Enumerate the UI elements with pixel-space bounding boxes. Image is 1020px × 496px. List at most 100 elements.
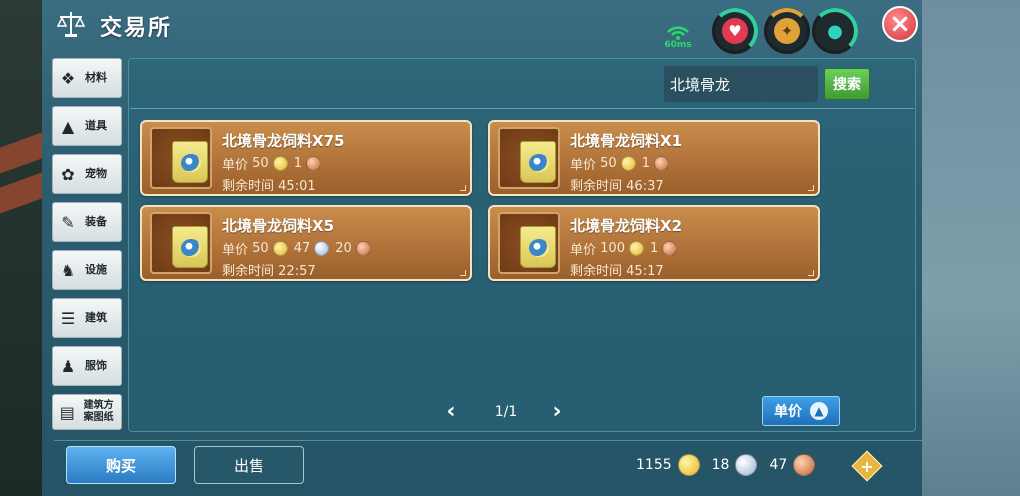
item-thumbnail	[150, 127, 212, 189]
feed-bag-icon	[520, 141, 556, 183]
item-thumbnail	[150, 212, 212, 274]
feed-bag-icon	[520, 226, 556, 268]
sort-label: 单价	[774, 404, 802, 420]
copper-amount: 1	[649, 241, 659, 256]
divider	[54, 440, 922, 441]
copper-coin-icon	[355, 241, 371, 256]
price-label: 单价	[570, 158, 597, 173]
copper-amount: 20	[335, 241, 352, 256]
time-remaining: 45:17	[626, 264, 664, 279]
page-indicator: 1/1	[494, 404, 518, 420]
time-remaining: 45:01	[278, 179, 316, 194]
plus-icon: +	[860, 456, 874, 476]
sidebar-item-buildings[interactable]: ☰ 建筑	[52, 298, 122, 338]
background-edge-left	[0, 0, 42, 496]
arrow-up-icon: ▲	[810, 402, 828, 420]
item-name: 北境骨龙饲料X75	[222, 132, 345, 150]
time-label: 剩余时间	[222, 179, 275, 194]
gold-coin-icon	[620, 156, 636, 171]
search-button[interactable]: 搜索	[824, 68, 870, 100]
scale-icon	[56, 12, 86, 37]
materials-icon: ❖	[60, 68, 76, 88]
water-drop-icon: ●	[822, 18, 848, 44]
item-name: 北境骨龙饲料X1	[570, 132, 683, 150]
facility-icon: ♞	[60, 260, 76, 280]
search-input[interactable]	[664, 66, 818, 102]
sidebar-item-props[interactable]: ▲ 道具	[52, 106, 122, 146]
sidebar-item-equipment[interactable]: ✎ 装备	[52, 202, 122, 242]
item-name: 北境骨龙饲料X5	[222, 217, 335, 235]
clothing-icon: ♟	[60, 356, 76, 376]
sidebar-item-clothing[interactable]: ♟ 服饰	[52, 346, 122, 386]
price-label: 单价	[222, 158, 249, 173]
copper-amount: 1	[641, 156, 650, 171]
background-edge-right	[922, 0, 1020, 496]
copper-coin-icon	[793, 454, 816, 476]
currency-wallet: 1155 18 47	[636, 454, 827, 476]
listing-card[interactable]: 北境骨龙饲料X2 单价 100 1 剩余时间 45:17	[488, 205, 820, 281]
time-remaining: 22:57	[278, 264, 316, 279]
time-label: 剩余时间	[570, 179, 623, 194]
gold-coin-icon	[677, 454, 700, 476]
page-title: 交易所	[100, 16, 173, 41]
time-label: 剩余时间	[222, 264, 275, 279]
close-button[interactable]: ×	[882, 6, 918, 42]
time-label: 剩余时间	[570, 264, 623, 279]
sort-by-price-button[interactable]: 单价 ▲	[762, 396, 840, 426]
price-row: 单价 50 47 20	[222, 239, 377, 258]
equipment-icon: ✎	[61, 212, 75, 232]
stomach-icon: ✦	[774, 18, 800, 44]
sidebar-item-label: 装备	[85, 215, 107, 228]
gold-coin-icon	[628, 241, 644, 256]
gold-coin-icon	[272, 241, 288, 256]
sidebar-item-facilities[interactable]: ♞ 设施	[52, 250, 122, 290]
listing-card[interactable]: 北境骨龙饲料X75 单价 50 1 剩余时间 45:01	[140, 120, 472, 196]
chevron-left-icon: ‹	[446, 399, 456, 424]
pet-paw-icon: ✿	[61, 164, 75, 184]
sidebar-item-label: 建筑	[85, 311, 107, 324]
prev-page-button[interactable]: ‹	[442, 400, 460, 424]
item-thumbnail	[498, 127, 560, 189]
sidebar-item-pets[interactable]: ✿ 宠物	[52, 154, 122, 194]
gold-balance: 1155	[636, 457, 672, 473]
price-label: 单价	[222, 243, 249, 258]
silver-coin-icon	[735, 454, 758, 476]
copper-amount: 1	[293, 156, 302, 171]
health-gauge: ♥	[712, 8, 758, 54]
hunger-gauge: ✦	[764, 8, 810, 54]
gold-amount: 50	[600, 156, 617, 171]
time-row: 剩余时间 45:01	[222, 175, 316, 194]
network-status: 60ms	[662, 22, 694, 52]
listing-card[interactable]: 北境骨龙饲料X1 单价 50 1 剩余时间 46:37	[488, 120, 820, 196]
gold-coin-icon	[272, 156, 288, 171]
copper-coin-icon	[305, 156, 321, 171]
blueprint-icon: ▤	[59, 402, 75, 422]
wifi-icon	[667, 26, 689, 40]
sidebar-item-label: 服饰	[85, 359, 107, 372]
tab-buy[interactable]: 购买	[66, 446, 176, 484]
divider	[130, 108, 914, 109]
gold-amount: 50	[252, 156, 269, 171]
sidebar-item-label: 建筑方案图纸	[83, 400, 114, 423]
listing-card[interactable]: 北境骨龙饲料X5 单价 50 47 20 剩余时间 22:57	[140, 205, 472, 281]
copper-coin-icon	[653, 156, 669, 171]
close-icon: ×	[889, 9, 911, 39]
building-icon: ☰	[60, 308, 76, 328]
heart-icon: ♥	[722, 18, 748, 44]
sidebar-item-blueprints[interactable]: ▤ 建筑方案图纸	[52, 394, 122, 430]
copper-balance: 47	[769, 457, 788, 473]
next-page-button[interactable]: ›	[548, 400, 566, 424]
gold-amount: 100	[600, 241, 625, 256]
silver-coin-icon	[314, 241, 330, 256]
time-row: 剩余时间 22:57	[222, 260, 316, 279]
feed-bag-icon	[172, 141, 208, 183]
props-icon: ▲	[61, 116, 75, 136]
ping-label: 60ms	[664, 40, 692, 50]
silver-balance: 18	[711, 457, 730, 473]
item-thumbnail	[498, 212, 560, 274]
gold-amount: 50	[252, 241, 269, 256]
feed-bag-icon	[172, 226, 208, 268]
copper-coin-icon	[662, 241, 678, 256]
tab-sell[interactable]: 出售	[194, 446, 304, 484]
sidebar-item-materials[interactable]: ❖ 材料	[52, 58, 122, 98]
